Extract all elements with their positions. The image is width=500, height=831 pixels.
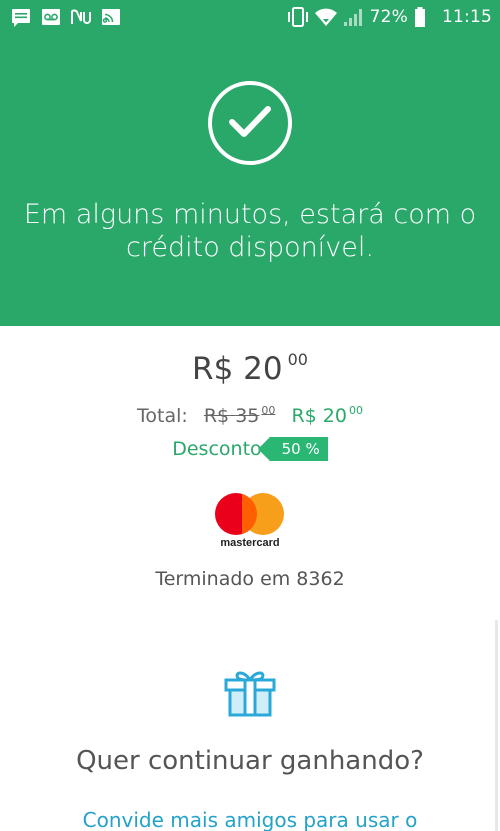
- wifi-icon: [314, 6, 337, 28]
- success-message: Em alguns minutos, estará com o crédito …: [23, 199, 477, 263]
- invite-friends-link[interactable]: Convide mais amigos para usar o: [0, 808, 500, 831]
- scrollbar[interactable]: [495, 620, 498, 831]
- battery-percent: 72%: [369, 7, 408, 27]
- clock: 11:15: [442, 7, 492, 27]
- recharge-amount: R$ 20 00: [0, 350, 500, 387]
- total-label: Total:: [137, 405, 188, 427]
- gift-icon: [222, 668, 278, 723]
- promo-question: Quer continuar ganhando?: [76, 746, 424, 776]
- total-row: Total: R$ 35 00 R$ 20 00: [0, 404, 500, 427]
- message-icon: [10, 6, 32, 28]
- nubank-icon: [70, 6, 92, 28]
- original-price: R$ 35 00: [203, 404, 276, 427]
- amount-integer: 20: [243, 351, 283, 387]
- card-brand-text: mastercard: [220, 537, 280, 549]
- mastercard-logo: mastercard: [212, 489, 292, 549]
- vibrate-icon: [286, 6, 308, 28]
- amount-cents: 00: [287, 350, 308, 369]
- discount-badge: 50 %: [257, 437, 328, 461]
- voicemail-icon: [40, 6, 62, 28]
- cast-icon: [100, 6, 122, 28]
- card-ending: Terminado em 8362: [155, 568, 345, 590]
- check-circle-icon: [208, 81, 292, 165]
- discount-row: Desconto 50 %: [0, 437, 500, 461]
- discounted-price: R$ 20 00: [291, 404, 363, 427]
- amount-currency: R$: [192, 351, 234, 387]
- signal-icon: [342, 6, 364, 28]
- discount-label: Desconto: [172, 438, 262, 460]
- success-header: Em alguns minutos, estará com o crédito …: [0, 33, 500, 326]
- battery-icon: [414, 6, 436, 28]
- status-bar: 72% 11:15: [0, 0, 500, 33]
